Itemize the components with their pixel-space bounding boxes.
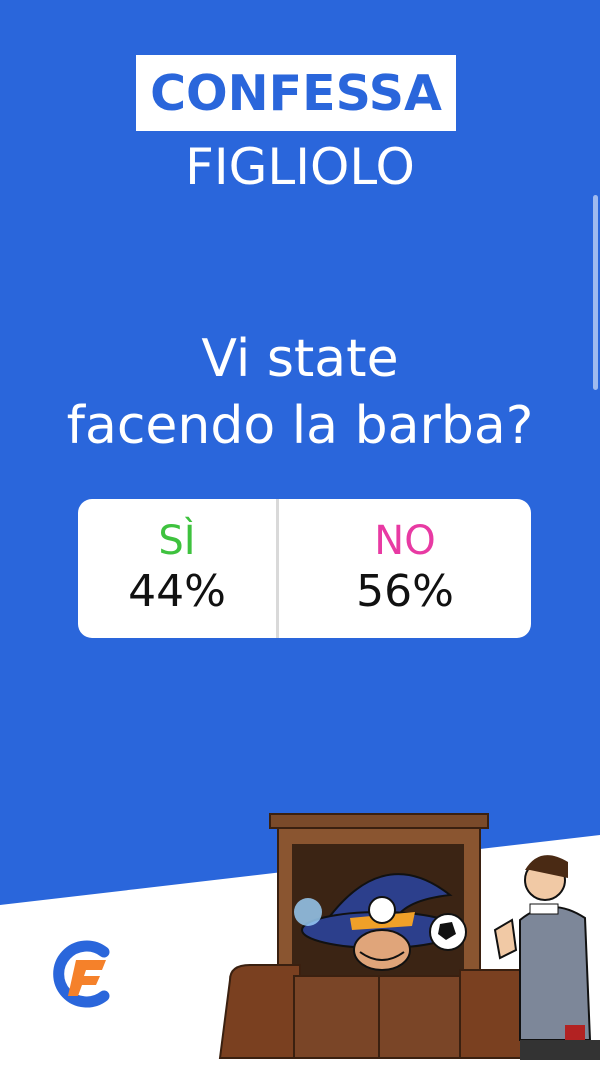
page-title: CONFESSA	[150, 64, 442, 122]
poll-sticker: SÌ 44% NO 56%	[78, 499, 531, 638]
poll-option-yes-percent: 44%	[128, 565, 226, 617]
poll-option-no-percent: 56%	[356, 565, 454, 617]
poll-option-yes[interactable]: SÌ 44%	[78, 499, 279, 638]
poll-option-no-label: NO	[374, 517, 436, 564]
page-subtitle: FIGLIOLO	[185, 138, 415, 196]
confessional-cartoon-illustration	[218, 813, 600, 1060]
question-line-1: Vi state	[201, 329, 399, 389]
poll-question: Vi state facendo la barba?	[0, 326, 600, 460]
title-banner: CONFESSA	[136, 55, 456, 131]
question-line-2: facendo la barba?	[66, 396, 534, 456]
poll-option-yes-label: SÌ	[158, 517, 196, 564]
brand-logo-icon	[53, 940, 110, 1008]
poll-option-no[interactable]: NO 56%	[279, 499, 531, 638]
